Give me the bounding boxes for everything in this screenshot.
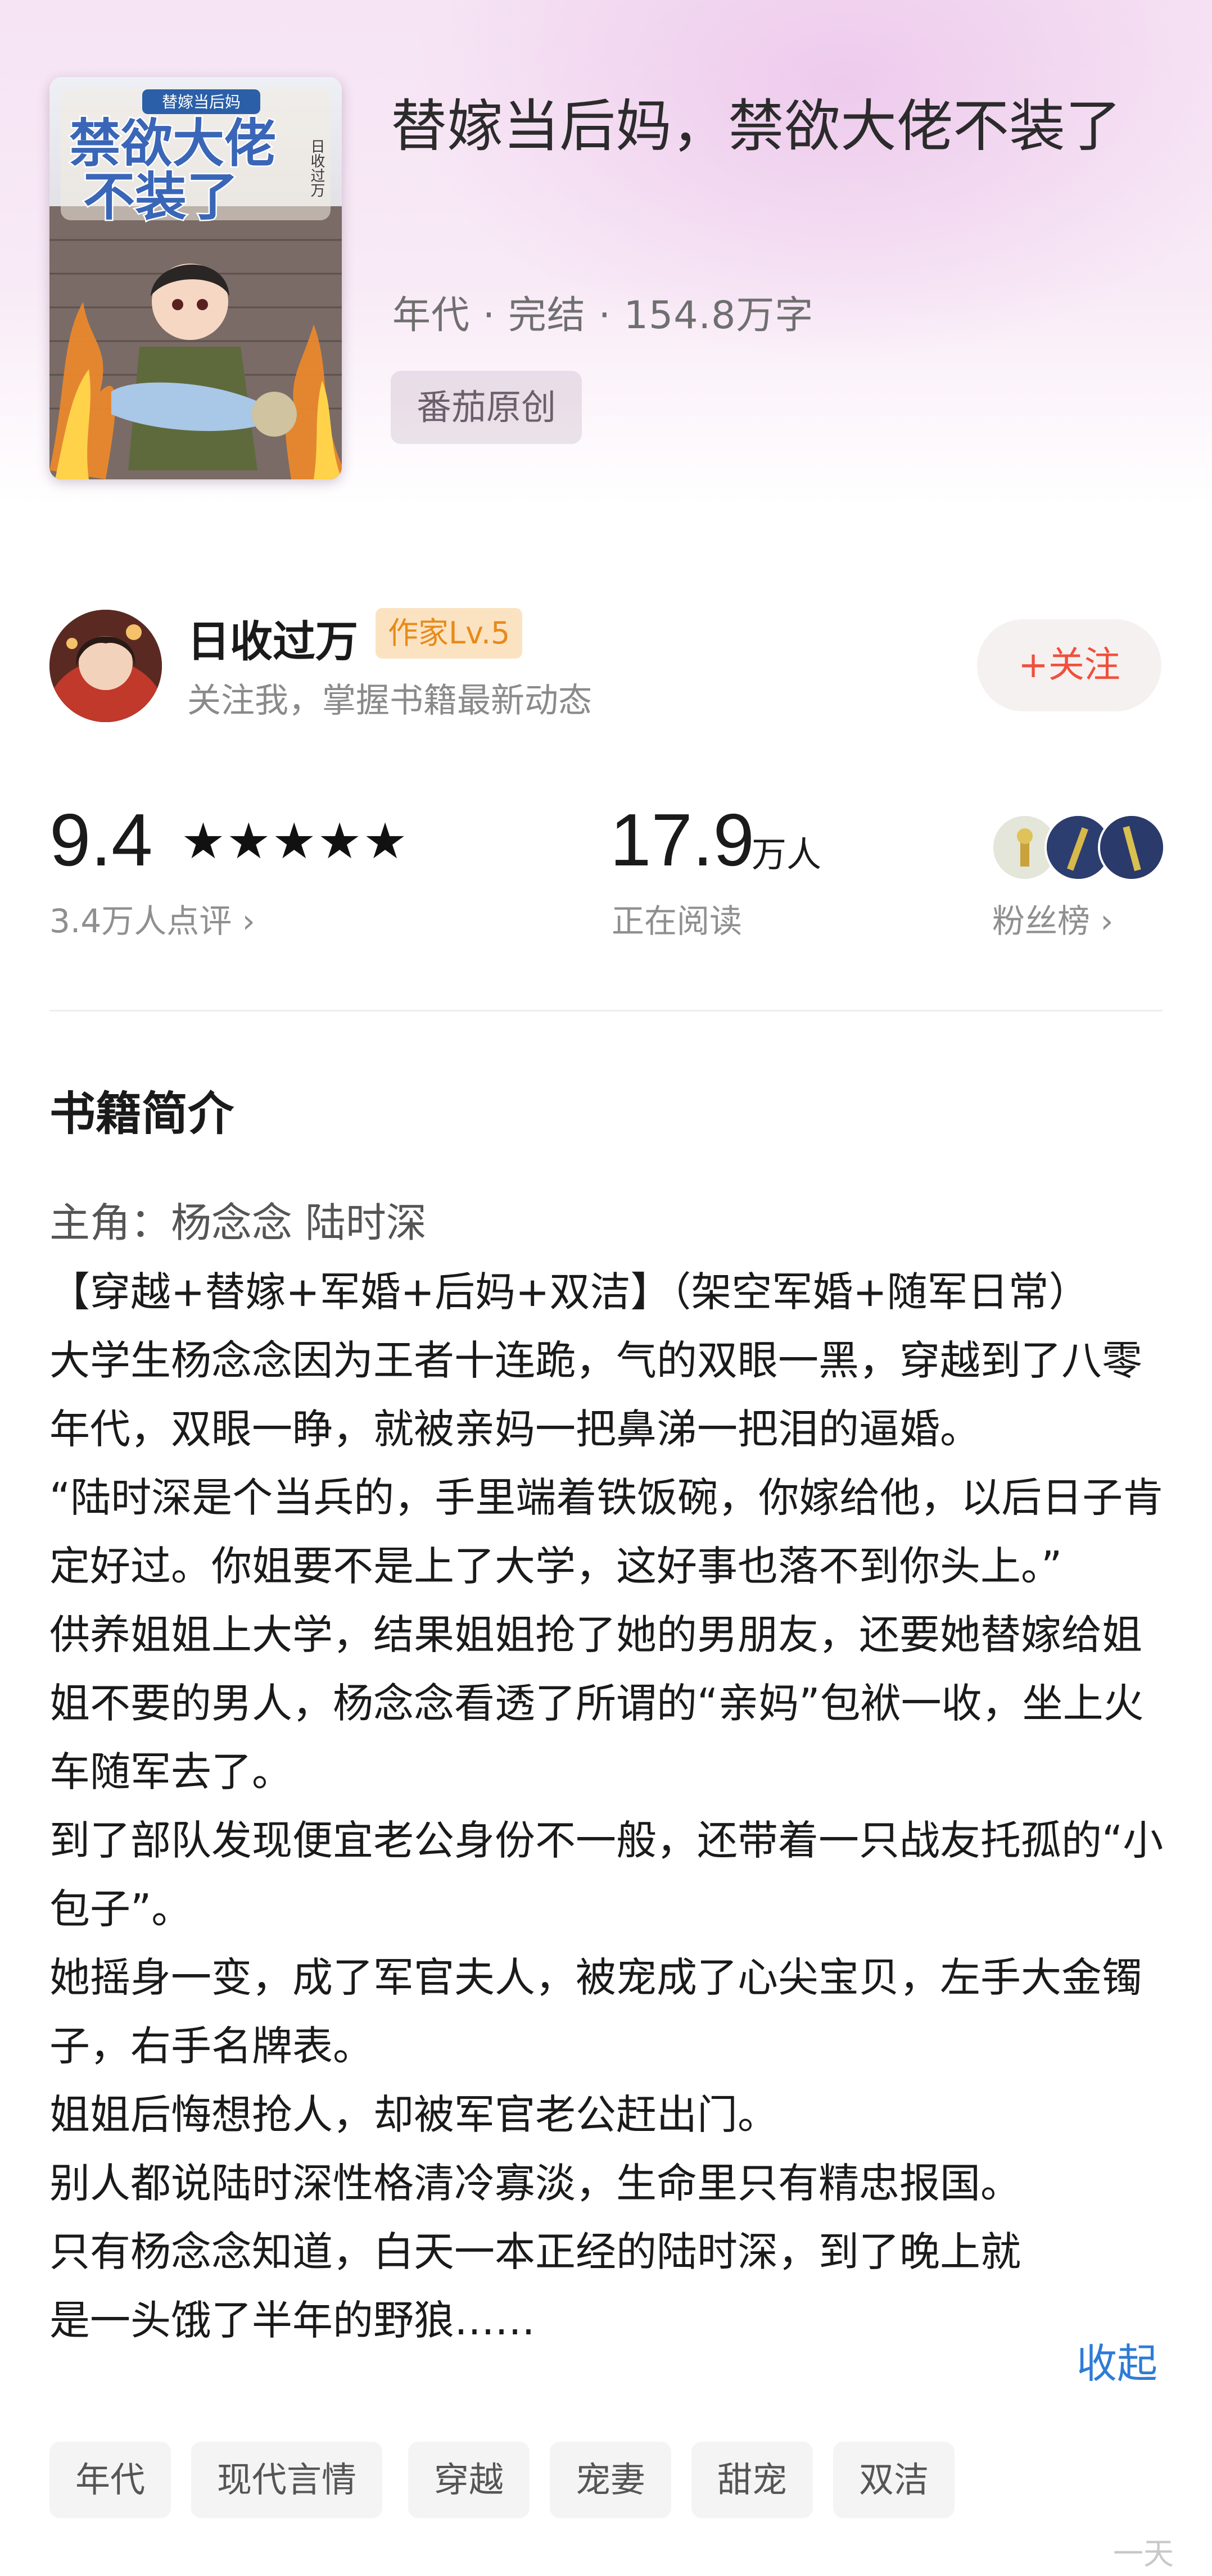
section-title: 书籍简介 [49, 1087, 234, 1141]
tag-chip[interactable]: 甜宠 [691, 2442, 813, 2518]
follow-button[interactable]: +关注 [977, 619, 1161, 711]
readers-count: 17.9 [610, 799, 754, 881]
fan-avatars[interactable] [991, 814, 1165, 881]
author-level-badge: 作家Lv.5 [376, 608, 523, 659]
tag-chip[interactable]: 年代 [49, 2442, 171, 2518]
collapse-button[interactable]: 收起 [1077, 2330, 1157, 2389]
book-meta: 年代 · 完结 · 154.8万字 [392, 293, 814, 338]
intro-paragraph: 供养姐姐上大学，结果姐姐抢了她的男朋友，还要她替嫁给姐姐不要的男人，杨念念看透了… [49, 1611, 1144, 1795]
intro-paragraph: 大学生杨念念因为王者十连跪，气的双眼一黑，穿越到了八零年代，双眼一睁，就被亲妈一… [49, 1337, 1143, 1453]
intro-paragraph: 姐姐后悔想抢人，却被军官老公赶出门。 [49, 2091, 779, 2138]
divider [49, 1010, 1163, 1012]
tag-chip[interactable]: 双洁 [833, 2442, 955, 2518]
intro-paragraph: 【穿越+替嫁+军婚+后妈+双洁】（架空军婚+随军日常） [49, 1268, 1089, 1316]
book-cover[interactable]: 替嫁当后妈 禁欲大佬 不装了 日收过万 [49, 77, 342, 479]
cover-author: 日收过万 [308, 139, 325, 197]
intro-paragraph: 只有杨念念知道，白天一本正经的陆时深，到了晚上就是一头饿了半年的野狼…… [49, 2228, 1021, 2344]
author-avatar-image [49, 610, 162, 722]
tag-chip[interactable]: 穿越 [408, 2442, 530, 2518]
fans-rank-link[interactable]: 粉丝榜 › [992, 895, 1114, 942]
tag-chip[interactable]: 现代言情 [191, 2442, 383, 2518]
protagonists: 主角：杨念念 陆时深 [49, 1199, 427, 1246]
book-title: 替嫁当后妈，禁欲大佬不装了 [391, 93, 1121, 159]
readers-label: 正在阅读 [612, 902, 743, 940]
intro-paragraph: “陆时深是个当兵的，手里端着铁饭碗，你嫁给他，以后日子肯定好过。你姐要不是上了大… [49, 1474, 1164, 1590]
fan-avatar [1098, 814, 1165, 881]
intro-paragraph: 别人都说陆时深性格清冷寡淡，生命里只有精忠报国。 [49, 2160, 1021, 2207]
source-badge: 番茄原创 [391, 371, 582, 444]
author-avatar[interactable] [49, 610, 162, 722]
rating-score: 9.4 [49, 799, 153, 881]
cover-subtitle: 替嫁当后妈 [162, 93, 241, 111]
intro-paragraph: 到了部队发现便宜老公身份不一般，还带着一只战友托孤的“小包子”。 [49, 1817, 1164, 1933]
watermark-text: 一天 [1113, 2536, 1174, 2572]
cover-title-line2: 不装了 [83, 167, 238, 227]
reviews-link[interactable]: 3.4万人点评 › [49, 895, 255, 942]
tag-chip[interactable]: 宠妻 [550, 2442, 672, 2518]
cover-illustration: 替嫁当后妈 禁欲大佬 不装了 日收过万 [49, 77, 342, 479]
intro-text: 【穿越+替嫁+军婚+后妈+双洁】（架空军婚+随军日常） 大学生杨念念因为王者十连… [49, 1258, 1168, 2355]
rating-stars: ★★★★★ [181, 812, 409, 870]
intro-paragraph: 她摇身一变，成了军官夫人，被宠成了心尖宝贝，左手大金镯子，右手名牌表。 [49, 1954, 1143, 2070]
author-name[interactable]: 日收过万 [187, 607, 358, 669]
cover-title-line1: 禁欲大佬 [69, 114, 276, 174]
readers-unit: 万人 [752, 834, 822, 875]
author-hint: 关注我，掌握书籍最新动态 [187, 681, 592, 720]
